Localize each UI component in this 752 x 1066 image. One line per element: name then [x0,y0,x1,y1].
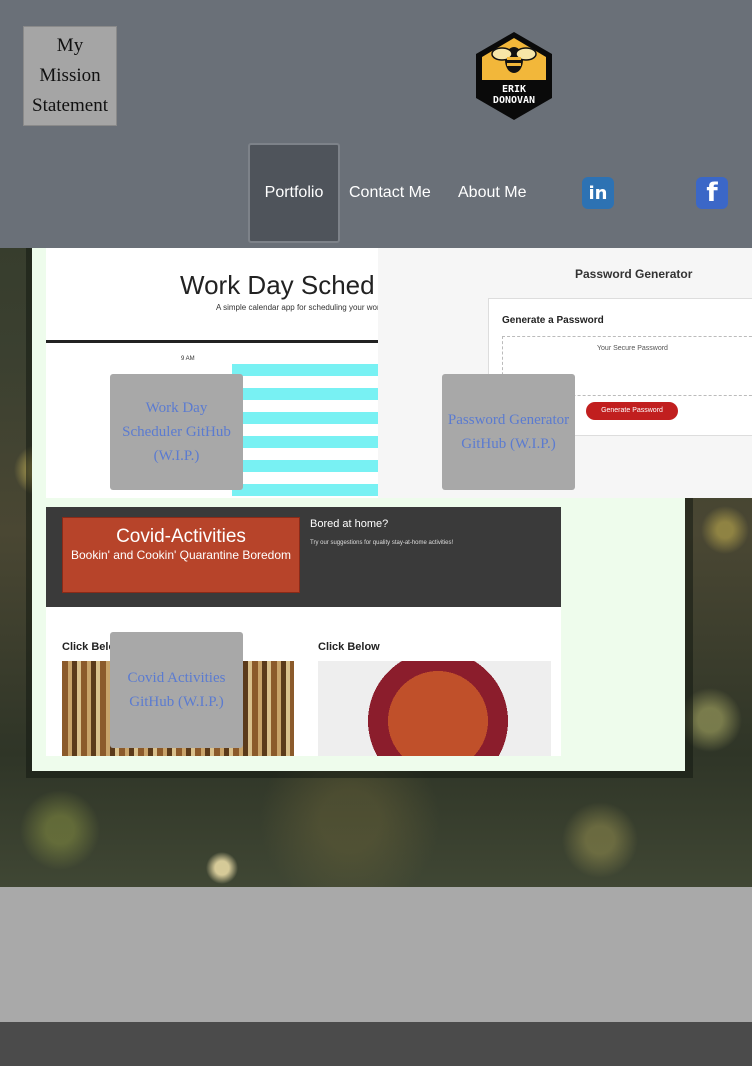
work-screenshot-subtitle: A simple calendar app for scheduling you… [216,303,378,312]
nav-contact-me[interactable]: Contact Me [349,183,431,203]
nav-portfolio-label: Portfolio [264,184,324,201]
gray-band [0,887,752,1022]
logo-text-erik: ERIK [502,84,526,95]
site-header: My Mission Statement ERIK DONOVAN Portfo… [0,0,752,248]
covid-screenshot-bored: Bored at home? [310,518,389,530]
covid-screenshot-tagline: Try our suggestions for quality stay-at-… [310,540,454,546]
facebook-icon[interactable]: f [696,177,728,209]
logo-text-donovan: DONOVAN [493,95,535,106]
covid-screenshot-click-2: Click Below [318,641,380,653]
pass-screenshot-title: Password Generator [575,267,693,281]
pass-screenshot-placeholder: Your Secure Password [597,345,668,352]
nav-portfolio[interactable]: Portfolio [248,143,340,243]
work-screenshot-time: 9 AM [181,356,195,362]
nav-about-me[interactable]: About Me [458,183,526,203]
covid-screenshot-title: Covid-Activities [116,526,246,547]
covid-activities-label: Covid Activities GitHub (W.I.P.) [127,670,226,710]
mission-statement-label: My Mission Statement [32,35,108,116]
work-screenshot-rule [46,340,378,343]
work-screenshot-row [232,436,378,448]
pass-screenshot-button: Generate Password [586,402,678,420]
linkedin-glyph: in [588,182,608,204]
bee-logo-icon[interactable]: ERIK DONOVAN [472,30,556,122]
facebook-glyph: f [706,178,718,208]
site-footer [0,1022,752,1066]
pass-screenshot-heading: Generate a Password [502,315,604,326]
linkedin-icon[interactable]: in [582,177,614,209]
covid-screenshot-food-image [318,661,551,756]
covid-screenshot-banner: Covid-Activities Bookin' and Cookin' Qua… [62,517,300,593]
password-generator-link[interactable]: Password Generator GitHub (W.I.P.) [442,374,575,490]
work-screenshot-row [232,460,378,472]
work-screenshot-row [232,412,378,424]
mission-statement-button[interactable]: My Mission Statement [23,26,117,126]
work-screenshot-title: Work Day Sched [180,270,375,300]
covid-screenshot-subtitle: Bookin' and Cookin' Quarantine Boredom [70,548,292,562]
covid-activities-link[interactable]: Covid Activities GitHub (W.I.P.) [110,632,243,748]
work-day-scheduler-link[interactable]: Work Day Scheduler GitHub (W.I.P.) [110,374,243,490]
work-screenshot-row [232,364,378,376]
work-screenshot-row [232,484,378,496]
work-screenshot-row [232,388,378,400]
password-generator-label: Password Generator GitHub (W.I.P.) [447,412,570,452]
work-day-scheduler-label: Work Day Scheduler GitHub (W.I.P.) [122,400,231,464]
